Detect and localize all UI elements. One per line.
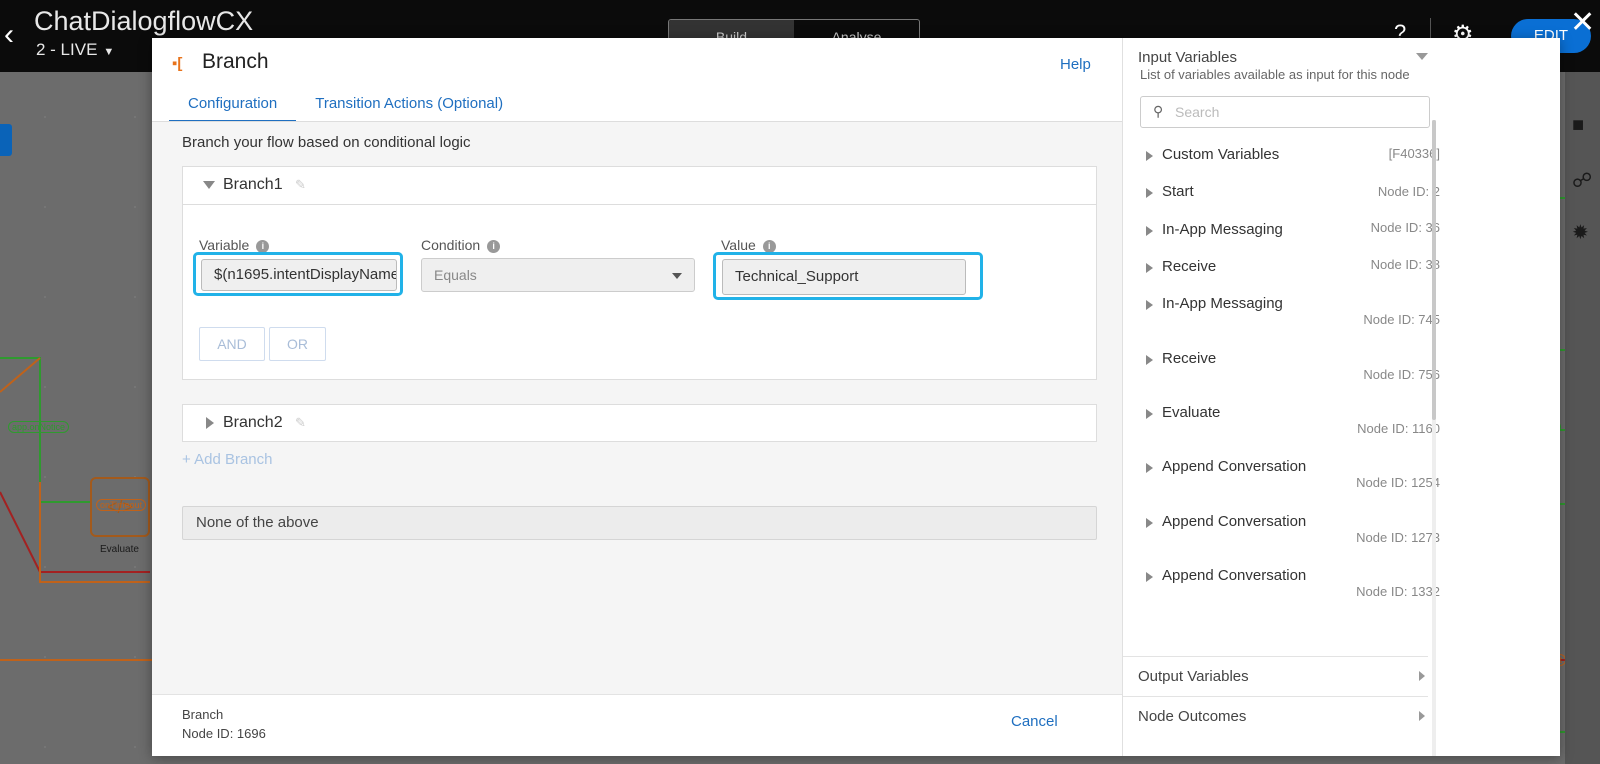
and-button[interactable]: AND: [199, 327, 265, 361]
expand-icon: [1146, 226, 1153, 236]
value-label: Value i: [721, 237, 776, 253]
value-label-text: Value: [721, 237, 756, 253]
dialog-tabs: Configuration Transition Actions (Option…: [169, 94, 522, 122]
analyse-tab[interactable]: Analyse: [794, 20, 919, 40]
node-outcomes-section[interactable]: Node Outcomes: [1123, 696, 1428, 756]
expand-icon: [1146, 300, 1153, 310]
output-variables-section[interactable]: Output Variables: [1123, 656, 1428, 696]
branch2-name: Branch2: [223, 414, 283, 431]
config-pane: ▪[ Branch Help Configuration Transition …: [152, 38, 1122, 756]
or-button[interactable]: OR: [269, 327, 326, 361]
chevron-right-icon: [1419, 711, 1425, 721]
build-tab[interactable]: Build: [669, 20, 794, 40]
input-variables-panel: Input Variables List of variables availa…: [1122, 38, 1560, 756]
evaluate-node-label: Evaluate: [100, 544, 139, 555]
bug-icon[interactable]: ✹: [1572, 220, 1589, 245]
flow-title: ChatDialogflowCX: [34, 6, 254, 36]
description: Branch your flow based on conditional lo…: [182, 134, 471, 151]
output-variables-label: Output Variables: [1138, 668, 1249, 685]
cancel-button[interactable]: Cancel: [1011, 713, 1058, 730]
branch-node-dialog: ▪[ Branch Help Configuration Transition …: [152, 38, 1560, 756]
edge-label: app.onNotice: [8, 421, 70, 433]
chevron-down-icon[interactable]: [1416, 53, 1428, 60]
add-branch-link[interactable]: + Add Branch: [182, 451, 272, 468]
expand-icon: [1146, 463, 1153, 473]
chevron-down-icon: [672, 273, 682, 279]
help-link[interactable]: Help: [1060, 56, 1091, 73]
search-input[interactable]: [1175, 101, 1415, 123]
palette-toggle[interactable]: [0, 124, 12, 156]
variable-input[interactable]: $(n1695.intentDisplayName): [201, 259, 397, 291]
none-of-the-above-branch: None of the above: [182, 506, 1097, 540]
version-label: 2 - LIVE: [36, 40, 98, 59]
search-icon: ⚲: [1153, 103, 1164, 119]
expand-icon: [1146, 409, 1153, 419]
condition-label-text: Condition: [421, 237, 481, 253]
input-variables-title: Input Variables: [1138, 49, 1237, 66]
expand-icon: [1146, 151, 1153, 161]
condition-select[interactable]: Equals: [421, 258, 695, 292]
note-icon[interactable]: ■: [1572, 114, 1584, 137]
collapse-icon[interactable]: [203, 181, 215, 189]
branch1-card: Branch1 ✎ Variable i $(n1695.intentDispla…: [182, 166, 1097, 380]
share-icon[interactable]: ☍: [1572, 168, 1592, 193]
back-icon[interactable]: ‹: [4, 20, 14, 50]
branch2-card[interactable]: Branch2 ✎: [182, 404, 1097, 442]
version-selector[interactable]: 2 - LIVE ▼: [36, 40, 114, 60]
branch1-header[interactable]: Branch1 ✎: [183, 167, 1096, 205]
branch-node-icon: ▪[: [172, 55, 183, 72]
chevron-down-icon: ▼: [103, 46, 115, 58]
info-icon: i: [487, 240, 501, 253]
close-icon[interactable]: ✕: [1570, 8, 1595, 38]
dialog-footer: Branch Node ID: 1696 Cancel: [152, 694, 1122, 756]
condition-label: Condition i: [421, 237, 501, 253]
branch1-name: Branch1: [223, 176, 283, 193]
chevron-right-icon: [1419, 671, 1425, 681]
expand-icon: [1146, 355, 1153, 365]
edge-label: onTimeout: [96, 499, 147, 511]
config-body: Branch your flow based on conditional lo…: [152, 122, 1122, 734]
dialog-title: Branch: [202, 50, 269, 73]
footer-node-id: Node ID: 1696: [182, 726, 266, 741]
value-input[interactable]: Technical_Support: [722, 259, 966, 295]
expand-icon: [1146, 518, 1153, 528]
expand-icon: [1146, 263, 1153, 273]
expand-icon: [1146, 188, 1153, 198]
condition-value: Equals: [434, 267, 477, 283]
edit-pencil-icon[interactable]: ✎: [295, 415, 306, 431]
variable-label-text: Variable: [199, 237, 250, 253]
tab-transition-actions[interactable]: Transition Actions (Optional): [296, 94, 522, 122]
edit-pencil-icon[interactable]: ✎: [295, 177, 306, 193]
variable-search[interactable]: ⚲: [1140, 96, 1430, 128]
expand-icon: [1146, 572, 1153, 582]
expand-icon[interactable]: [206, 417, 214, 429]
variable-label: Variable i: [199, 237, 270, 253]
node-outcomes-label: Node Outcomes: [1138, 708, 1247, 725]
input-variables-subtitle: List of variables available as input for…: [1140, 67, 1410, 82]
footer-node-type: Branch: [182, 707, 224, 722]
tab-configuration[interactable]: Configuration: [169, 94, 297, 122]
scrollbar-thumb[interactable]: [1432, 120, 1436, 420]
variable-list: Custom Variables [F40336] Start Node ID: 2…: [1140, 138, 1440, 599]
